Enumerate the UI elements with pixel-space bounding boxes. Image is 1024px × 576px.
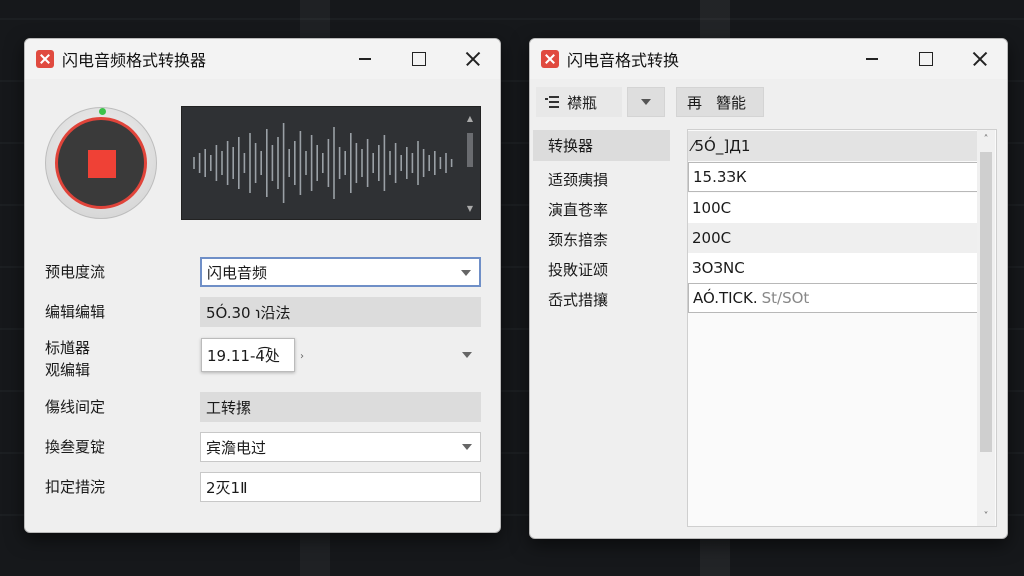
title-bar[interactable]: 闪电音格式转换 <box>530 39 1007 79</box>
scroll-up-icon[interactable]: ▲ <box>466 115 474 123</box>
scroll-down-icon[interactable]: ˅ <box>977 511 995 522</box>
list-header-label: ⁄5Ó_]Д1 <box>692 137 751 155</box>
source-value: 闪电音频 <box>207 263 268 282</box>
edit-value: 5Ó.30 ℩沿法 <box>206 303 291 322</box>
waveform-graphic <box>193 123 453 203</box>
minimize-icon <box>866 58 878 60</box>
minimize-icon <box>359 58 371 60</box>
nav-item-3[interactable]: 演直苍率 <box>533 194 670 225</box>
scroll-thumb[interactable] <box>467 133 473 167</box>
nav-item-5[interactable]: 投敗证颂 <box>533 254 670 285</box>
label-source: 预电度流 <box>45 263 106 281</box>
toolbar-list-label: 襟瓶 <box>567 93 598 112</box>
toolbar-options-label-b: 簪能 <box>716 93 747 112</box>
nav-item-6[interactable]: 岙式措攘 <box>533 284 670 315</box>
chevron-down-icon <box>641 99 651 105</box>
nav-item-2[interactable]: 适颈痍損 <box>533 164 670 195</box>
list-item-value: 100C <box>692 199 732 217</box>
position-value: 工转摞 <box>206 398 252 417</box>
chevron-down-icon <box>462 352 472 358</box>
window-title: 闪电音格式转换 <box>567 51 680 70</box>
nav-item-converter[interactable]: 转换器 <box>533 130 670 161</box>
maximize-button[interactable] <box>899 39 953 79</box>
app-icon <box>541 50 559 68</box>
list-item[interactable]: 15.3ЗК <box>688 162 978 192</box>
list-item-value: 15.3ЗК <box>693 168 747 186</box>
status-indicator <box>99 108 106 115</box>
list-header: ⁄5Ó_]Д1 <box>688 131 978 161</box>
toolbar-dropdown-button[interactable] <box>627 87 665 117</box>
source-select[interactable]: 闪电音频 <box>200 257 481 287</box>
list-item-value: AÓ.TICK. <box>693 289 758 307</box>
list-item[interactable]: ЗОЗNC <box>688 253 978 283</box>
list-item-extra: St/SOt <box>761 289 810 307</box>
format-converter-window: 闪电音格式转换 襟瓶 再 簪能 转换器 适颈痍損 演直苍率 颈东揞柰 投敗证颂 … <box>529 38 1008 539</box>
list-indent-icon <box>545 95 561 109</box>
label-edit: 编辑编辑 <box>45 303 106 321</box>
minimize-button[interactable] <box>845 39 899 79</box>
chevron-right-icon: › <box>300 351 304 362</box>
scroll-up-icon[interactable]: ˄ <box>977 134 995 145</box>
marker-spinbox[interactable]: 19.11-4͡处 › <box>201 338 304 372</box>
label-marker: 标馗器 观编辑 <box>45 339 91 379</box>
value-list[interactable]: ⁄5Ó_]Д1 15.3ЗК 100C 200C ЗОЗNC AÓ.TICK. … <box>687 129 997 527</box>
label-mode: 換叁夏锭 <box>45 438 106 456</box>
output-input[interactable]: 2灭1Ⅱ <box>200 472 481 502</box>
toolbar-options-button[interactable]: 再 簪能 <box>676 87 764 117</box>
maximize-icon <box>919 52 933 66</box>
minimize-button[interactable] <box>338 39 392 79</box>
app-icon <box>36 50 54 68</box>
record-button-face <box>55 117 147 209</box>
toolbar-options-label-a: 再 <box>687 93 703 112</box>
close-icon <box>972 51 988 67</box>
close-button[interactable] <box>446 39 500 79</box>
waveform-display: ▲ ▼ <box>181 106 481 220</box>
list-item[interactable]: 200C <box>688 223 978 253</box>
close-button[interactable] <box>953 39 1007 79</box>
mode-select[interactable]: 宾澹电过 <box>200 432 481 462</box>
maximize-button[interactable] <box>392 39 446 79</box>
maximize-icon <box>412 52 426 66</box>
edit-readonly-field: 5Ó.30 ℩沿法 <box>200 297 481 327</box>
window-title: 闪电音频格式转换器 <box>62 51 207 70</box>
chevron-down-icon <box>462 444 472 450</box>
list-item[interactable]: 100C <box>688 193 978 223</box>
list-item[interactable]: AÓ.TICK. St/SOt <box>688 283 978 313</box>
record-stop-button[interactable] <box>45 107 157 219</box>
list-scrollbar[interactable]: ˄ ˅ <box>977 130 995 526</box>
label-position: 傷线间定 <box>45 398 106 416</box>
waveform-scrollbar[interactable]: ▲ ▼ <box>466 115 474 213</box>
list-item-value: ЗОЗNC <box>692 259 745 277</box>
marker-value: 19.11-4͡处 <box>207 346 280 365</box>
stop-icon <box>88 150 116 178</box>
nav-item-4[interactable]: 颈东揞柰 <box>533 224 670 255</box>
list-item-value: 200C <box>692 229 732 247</box>
chevron-down-icon <box>461 270 471 276</box>
mode-value: 宾澹电过 <box>206 438 267 457</box>
scroll-thumb[interactable] <box>980 152 992 452</box>
position-readonly-field: 工转摞 <box>200 392 481 422</box>
converter-window: 闪电音频格式转换器 ▲ ▼ 预电度流 闪电音频 编辑编辑 5Ó.30 ℩沿法 标… <box>24 38 501 533</box>
title-bar[interactable]: 闪电音频格式转换器 <box>25 39 500 79</box>
toolbar-list-button[interactable]: 襟瓶 <box>536 87 622 117</box>
output-value: 2灭1Ⅱ <box>206 478 248 497</box>
marker-dropdown[interactable]: 19.11-4͡处 › <box>200 338 481 372</box>
scroll-down-icon[interactable]: ▼ <box>466 205 474 213</box>
close-icon <box>465 51 481 67</box>
label-output: 扣定措浣 <box>45 478 106 496</box>
